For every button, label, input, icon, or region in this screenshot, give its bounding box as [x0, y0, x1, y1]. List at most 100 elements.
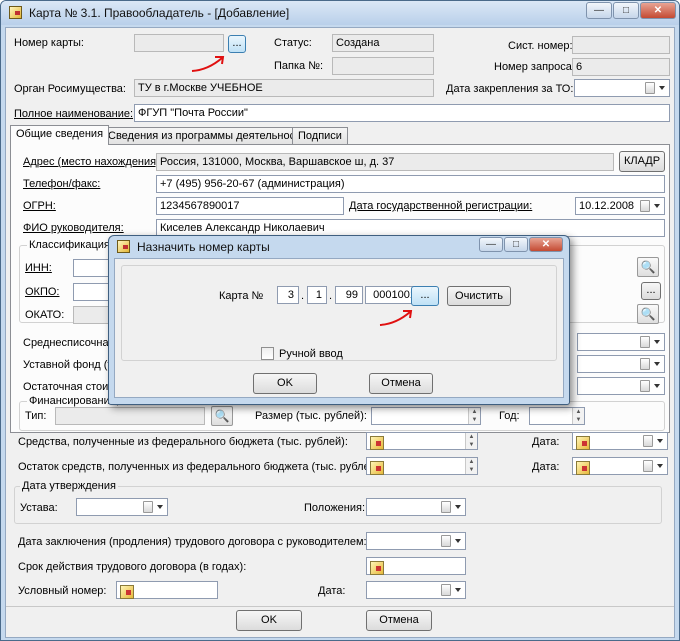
card-seg-2[interactable]: 1: [307, 286, 327, 304]
tab-signatures[interactable]: Подписи: [292, 127, 348, 145]
okpo-dots-button[interactable]: ...: [641, 282, 661, 300]
reg-date-value: 10.12.2008: [579, 200, 635, 212]
calendar-icon: [640, 358, 650, 370]
chevron-down-icon: [657, 439, 663, 443]
calendar-icon: [640, 336, 650, 348]
reg-date-label: Дата государственной регистрации:: [349, 200, 533, 212]
phone-field[interactable]: +7 (495) 956-20-67 (администрация): [156, 175, 665, 193]
maximize-button[interactable]: □: [613, 2, 639, 19]
picker-icon: [370, 461, 384, 475]
regulation-label: Положения:: [304, 502, 366, 514]
dialog-cancel-button[interactable]: Отмена: [369, 373, 433, 394]
cond-date-picker[interactable]: [366, 581, 466, 599]
charter-date-picker[interactable]: [76, 498, 168, 516]
dialog-maximize-button[interactable]: □: [504, 237, 528, 252]
divider: [6, 606, 674, 607]
card-number-button[interactable]: ...: [228, 35, 246, 53]
fed-funds-label: Средства, полученные из федерального бюд…: [18, 436, 348, 448]
charter-label: Устава:: [20, 502, 58, 514]
chevron-down-icon: [654, 362, 660, 366]
fed-funds-date-label: Дата:: [532, 436, 560, 448]
date-to-picker[interactable]: [574, 79, 670, 97]
dialog-body: Карта № 3 . 1 . 99 0001001 ... Очистить …: [114, 258, 564, 398]
close-button[interactable]: ✕: [640, 2, 676, 19]
picker-icon: [576, 436, 590, 450]
window-title: Карта № 3.1. Правообладатель - [Добавлен…: [29, 6, 290, 20]
chevron-down-icon: [455, 539, 461, 543]
dialog-icon: [117, 240, 130, 253]
chevron-down-icon: [654, 204, 660, 208]
chevron-down-icon: [157, 505, 163, 509]
calendar-icon: [441, 535, 451, 547]
card-seg-3[interactable]: 99: [335, 286, 363, 304]
residual-combo[interactable]: [577, 377, 665, 395]
picker-icon: [120, 585, 134, 599]
binoculars-icon[interactable]: 🔍: [637, 257, 659, 277]
fed-rest-label: Остаток средств, полученных из федеральн…: [18, 461, 383, 473]
address-label: Адрес (место нахождения):: [23, 156, 163, 168]
year-spinner[interactable]: ▲ ▼: [529, 407, 585, 425]
phone-label: Телефон/факс:: [23, 178, 101, 190]
picker-icon: [370, 436, 384, 450]
chevron-down-icon: [657, 464, 663, 468]
headcount-combo[interactable]: [577, 333, 665, 351]
manual-input-checkbox[interactable]: [261, 347, 274, 360]
minimize-button[interactable]: —: [586, 2, 612, 19]
dialog-minimize-button[interactable]: —: [479, 237, 503, 252]
folder-label: Папка №:: [274, 60, 324, 72]
director-label: ФИО руководителя:: [23, 222, 124, 234]
okpo-field[interactable]: [73, 283, 113, 301]
inn-field[interactable]: [73, 259, 113, 277]
calendar-icon: [441, 584, 451, 596]
calendar-icon: [143, 501, 153, 513]
ok-button[interactable]: OK: [236, 610, 302, 631]
cancel-button[interactable]: Отмена: [366, 610, 432, 631]
binoculars-icon-3[interactable]: 🔍: [211, 406, 233, 426]
reg-date-picker[interactable]: 10.12.2008: [575, 197, 665, 215]
dialog-ok-button[interactable]: OK: [253, 373, 317, 394]
tab-general[interactable]: Общие сведения: [10, 125, 110, 145]
sep-1: .: [301, 290, 305, 302]
clear-button[interactable]: Очистить: [447, 286, 511, 306]
calendar-icon: [645, 82, 655, 94]
contract-date-label: Дата заключения (продления) трудового до…: [18, 536, 367, 548]
contract-date-picker[interactable]: [366, 532, 466, 550]
type-label: Тип:: [25, 410, 47, 422]
picker-icon: [370, 561, 384, 575]
title-bar: Карта № 3.1. Правообладатель - [Добавлен…: [1, 1, 679, 25]
assign-number-dialog: Назначить номер карты — □ ✕ Карта № 3 . …: [108, 235, 570, 405]
tab-program[interactable]: Сведения из программы деятельности: [102, 127, 313, 145]
inn-label: ИНН:: [25, 262, 52, 274]
app-icon: [9, 6, 22, 19]
chevron-down-icon: [455, 588, 461, 592]
okato-label: ОКАТО:: [25, 309, 65, 321]
dialog-dots-button[interactable]: ...: [411, 286, 439, 306]
sys-number-label: Сист. номер:: [508, 40, 573, 52]
kladr-button[interactable]: КЛАДР: [619, 151, 665, 172]
dialog-close-button[interactable]: ✕: [529, 237, 563, 252]
size-spinner[interactable]: ▲ ▼: [371, 407, 481, 425]
chevron-down-icon: [455, 505, 461, 509]
full-name-field[interactable]: ФГУП "Почта России": [134, 104, 670, 122]
binoculars-icon-2[interactable]: 🔍: [637, 304, 659, 324]
contract-term-label: Срок действия трудового договора (в года…: [18, 561, 247, 573]
charter-fund-combo[interactable]: [577, 355, 665, 373]
classification-label: Классификация: [27, 239, 112, 251]
regulation-date-picker[interactable]: [366, 498, 466, 516]
calendar-icon: [640, 200, 650, 212]
okato-field: [73, 306, 113, 324]
sep-2: .: [329, 290, 333, 302]
calendar-icon: [640, 380, 650, 392]
folder-field: [332, 57, 434, 75]
picker-icon: [576, 461, 590, 475]
request-number-label: Номер запроса:: [494, 61, 575, 73]
calendar-icon: [643, 435, 653, 447]
chevron-down-icon: [654, 340, 660, 344]
fed-rest-date-label: Дата:: [532, 461, 560, 473]
dialog-title: Назначить номер карты: [137, 240, 270, 254]
approval-label: Дата утверждения: [20, 480, 118, 492]
card-seg-1[interactable]: 3: [277, 286, 299, 304]
card-number-field[interactable]: [134, 34, 224, 52]
organ-field: ТУ в г.Москве УЧЕБНОЕ: [134, 79, 434, 97]
ogrn-field[interactable]: 1234567890017: [156, 197, 344, 215]
